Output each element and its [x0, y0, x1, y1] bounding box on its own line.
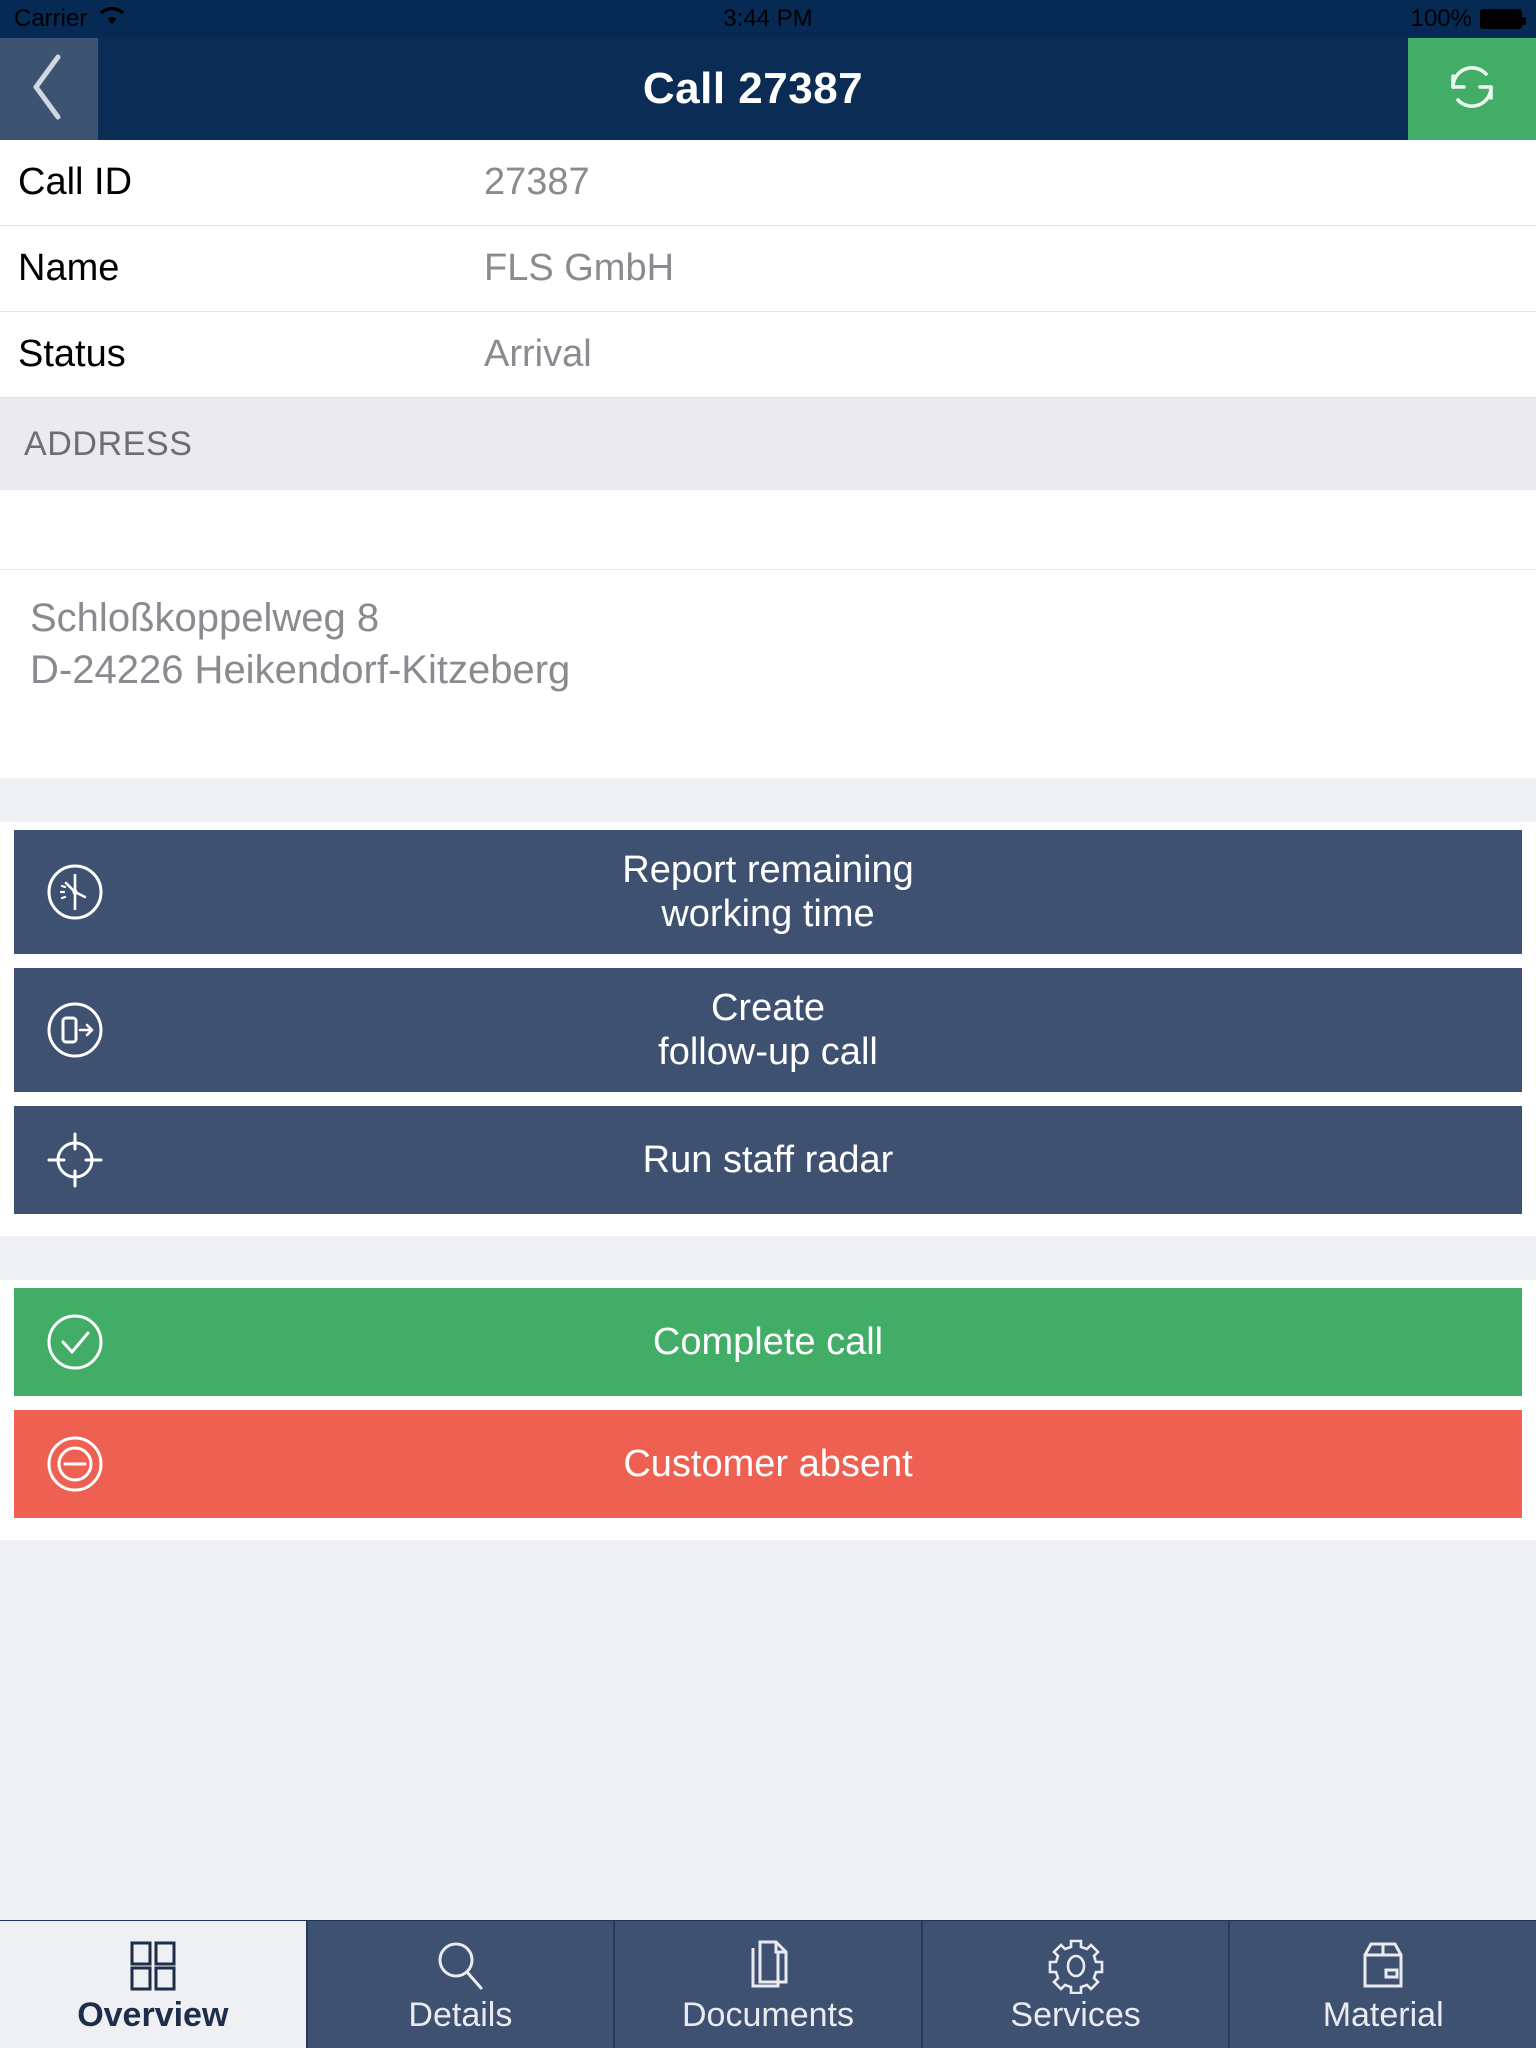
tab-services[interactable]: Services — [923, 1921, 1231, 2048]
address-block[interactable]: Schloßkoppelweg 8 D-24226 Heikendorf-Kit… — [0, 570, 1536, 778]
carrier-label: Carrier — [14, 5, 87, 33]
tab-label: Material — [1323, 1998, 1444, 2032]
address-section-header: ADDRESS — [0, 398, 1536, 490]
status-bar: Carrier 3:44 PM 100% — [0, 0, 1536, 38]
status-button-group: Complete call Customer absent — [0, 1280, 1536, 1540]
page-title: Call 27387 — [98, 38, 1408, 140]
sync-button[interactable] — [1408, 38, 1536, 140]
gear-icon — [1048, 1938, 1104, 1994]
tab-label: Services — [1010, 1998, 1140, 2032]
field-value: FLS GmbH — [484, 247, 674, 290]
chevron-left-icon — [26, 51, 72, 128]
check-circle-icon — [44, 1311, 106, 1373]
box-package-icon — [1355, 1938, 1411, 1994]
field-row-status[interactable]: Status Arrival — [0, 312, 1536, 398]
status-bar-right: 100% — [1411, 5, 1522, 33]
field-value: Arrival — [484, 333, 592, 376]
battery-percent-label: 100% — [1411, 5, 1472, 33]
refresh-sync-icon — [1441, 56, 1503, 123]
field-row-call-id[interactable]: Call ID 27387 — [0, 140, 1536, 226]
button-label: Report remainingworking time — [532, 830, 1003, 954]
status-bar-center: 3:44 PM — [0, 0, 1536, 38]
magnifier-icon — [432, 1938, 488, 1994]
battery-full-icon — [1480, 9, 1522, 29]
button-label: Complete call — [563, 1302, 973, 1382]
address-line-city: D-24226 Heikendorf-Kitzeberg — [30, 650, 1506, 690]
clock-label: 3:44 PM — [723, 5, 812, 33]
wifi-icon — [97, 5, 127, 34]
tab-label: Overview — [77, 1998, 228, 2032]
content-scroll-area[interactable]: Call ID 27387 Name FLS GmbH Status Arriv… — [0, 140, 1536, 1920]
field-label: Status — [18, 333, 484, 376]
arrow-out-door-icon — [44, 999, 106, 1061]
button-label: Createfollow-up call — [568, 968, 968, 1092]
address-line-street: Schloßkoppelweg 8 — [30, 598, 1506, 638]
tab-overview[interactable]: Overview — [0, 1921, 308, 2048]
grid-squares-icon — [125, 1938, 181, 1994]
tab-documents[interactable]: Documents — [615, 1921, 923, 2048]
button-label: Run staff radar — [553, 1120, 984, 1200]
section-gap-2 — [0, 1236, 1536, 1280]
call-detail-screen: Carrier 3:44 PM 100% Call 27387 — [0, 0, 1536, 2048]
field-label: Call ID — [18, 161, 484, 204]
report-remaining-working-time-button[interactable]: Report remainingworking time — [14, 830, 1522, 954]
customer-absent-button[interactable]: Customer absent — [14, 1410, 1522, 1518]
tab-label: Documents — [682, 1998, 854, 2032]
bottom-tab-bar: Overview Details Documents — [0, 1920, 1536, 2048]
minus-circle-icon — [44, 1433, 106, 1495]
field-label: Name — [18, 247, 484, 290]
create-follow-up-call-button[interactable]: Createfollow-up call — [14, 968, 1522, 1092]
field-value: 27387 — [484, 161, 590, 204]
tab-label: Details — [408, 1998, 512, 2032]
button-label: Customer absent — [533, 1424, 1002, 1504]
tab-material[interactable]: Material — [1230, 1921, 1536, 2048]
stopwatch-icon — [44, 861, 106, 923]
navigation-bar: Call 27387 — [0, 38, 1536, 140]
field-row-name[interactable]: Name FLS GmbH — [0, 226, 1536, 312]
crosshair-target-icon — [44, 1129, 106, 1191]
call-info-list: Call ID 27387 Name FLS GmbH Status Arriv… — [0, 140, 1536, 398]
back-button[interactable] — [0, 38, 98, 140]
run-staff-radar-button[interactable]: Run staff radar — [14, 1106, 1522, 1214]
tab-details[interactable]: Details — [308, 1921, 616, 2048]
complete-call-button[interactable]: Complete call — [14, 1288, 1522, 1396]
action-button-group: Report remainingworking time Createfollo… — [0, 822, 1536, 1236]
section-gap — [0, 778, 1536, 822]
address-empty-row — [0, 490, 1536, 570]
status-bar-left: Carrier — [14, 5, 127, 34]
documents-icon — [740, 1938, 796, 1994]
